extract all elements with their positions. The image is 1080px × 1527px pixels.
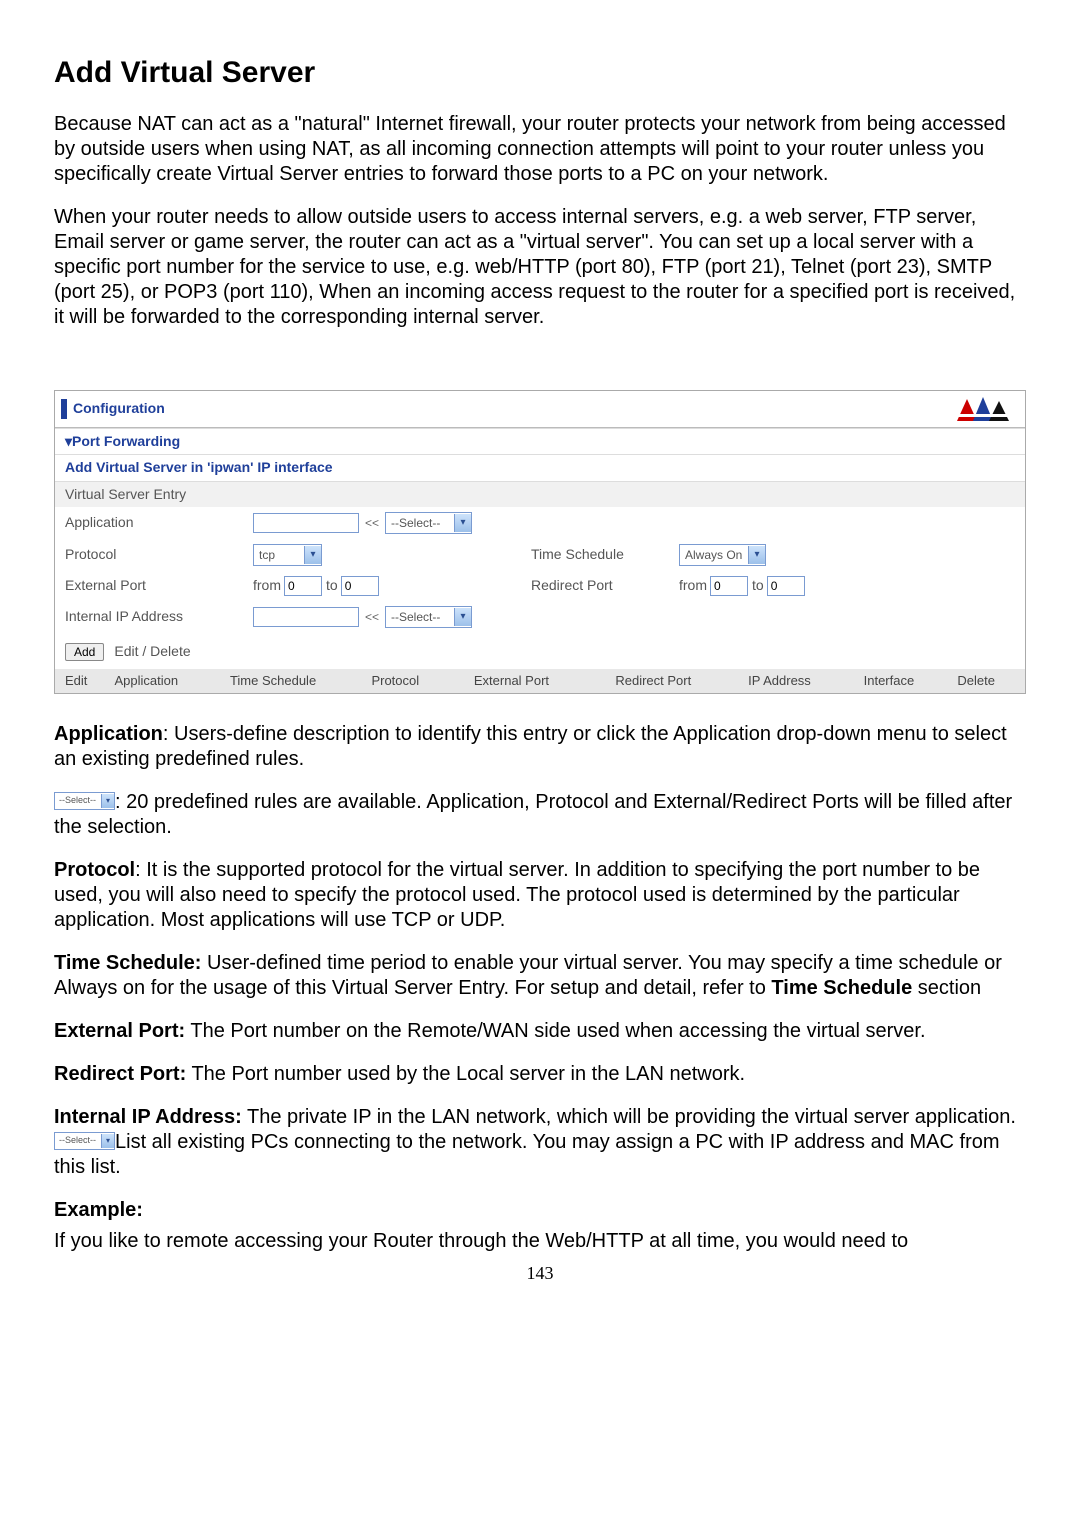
def-external-port: External Port: The Port number on the Re… — [54, 1019, 1026, 1044]
def-redirect-port: Redirect Port: The Port number used by t… — [54, 1062, 1026, 1087]
th-time-schedule: Time Schedule — [230, 673, 371, 689]
red-from-label: from — [679, 577, 707, 595]
def-protocol-text: : It is the supported protocol for the v… — [54, 859, 980, 931]
inline-select-text: --Select-- — [55, 795, 101, 806]
def-application: Application: Users-define description to… — [54, 722, 1026, 772]
page-title: Add Virtual Server — [54, 54, 1026, 92]
section-virtual-server-entry: Virtual Server Entry — [55, 481, 1025, 508]
intro-para-1: Because NAT can act as a "natural" Inter… — [54, 112, 1026, 187]
application-select[interactable]: --Select-- ▾ — [385, 512, 472, 534]
intro-para-2: When your router needs to allow outside … — [54, 205, 1026, 330]
internal-ip-select-text: --Select-- — [386, 610, 454, 625]
protocol-select[interactable]: tcp ▾ — [253, 544, 322, 566]
def-time-schedule-link: Time Schedule — [771, 977, 912, 999]
label-internal-ip: Internal IP Address — [65, 608, 225, 626]
row-application: Application << --Select-- ▾ — [55, 507, 1025, 539]
internal-ip-input[interactable] — [253, 607, 359, 627]
th-ip-address: IP Address — [748, 673, 863, 689]
def-select-note: --Select-- ▾ : 20 predefined rules are a… — [54, 790, 1026, 840]
th-interface: Interface — [864, 673, 958, 689]
label-protocol: Protocol — [65, 546, 225, 564]
th-protocol: Protocol — [371, 673, 473, 689]
def-external-port-text: The Port number on the Remote/WAN side u… — [185, 1020, 925, 1042]
section-port-forwarding[interactable]: ▾Port Forwarding — [55, 428, 1025, 455]
def-redirect-port-text: The Port number used by the Local server… — [186, 1063, 745, 1085]
example-label-text: Example: — [54, 1199, 143, 1221]
edit-delete-label: Edit / Delete — [114, 643, 190, 661]
time-schedule-select-text: Always On — [680, 548, 748, 563]
row-ports: External Port from to Redirect Port from — [55, 571, 1025, 601]
table-header: Edit Application Time Schedule Protocol … — [55, 669, 1025, 693]
def-external-port-label: External Port: — [54, 1020, 185, 1042]
th-application: Application — [115, 673, 230, 689]
th-edit: Edit — [65, 673, 115, 689]
chevron-down-icon[interactable]: ▾ — [454, 514, 471, 532]
application-select-text: --Select-- — [386, 516, 454, 531]
chevron-down-icon[interactable]: ▾ — [304, 546, 321, 564]
red-to-input[interactable] — [767, 576, 805, 596]
def-redirect-port-label: Redirect Port: — [54, 1063, 186, 1085]
chevron-down-icon: ▾ — [101, 794, 114, 808]
header-marker — [61, 399, 67, 419]
label-redirect-port: Redirect Port — [531, 577, 651, 595]
button-row: Add Edit / Delete — [55, 633, 1025, 669]
row-protocol-time: Protocol tcp ▾ Time Schedule Always On ▾ — [55, 539, 1025, 571]
def-time-schedule: Time Schedule: User-defined time period … — [54, 951, 1026, 1001]
def-internal-ip-label: Internal IP Address: — [54, 1106, 242, 1128]
def-internal-ip-after: List all existing PCs connecting to the … — [54, 1131, 1000, 1178]
def-protocol: Protocol: It is the supported protocol f… — [54, 858, 1026, 933]
example-text: If you like to remote accessing your Rou… — [54, 1229, 1026, 1254]
config-panel: Configuration ▾Port Forwarding Add Virtu… — [54, 390, 1026, 695]
def-internal-ip-text: The private IP in the LAN network, which… — [242, 1106, 1016, 1128]
label-application: Application — [65, 514, 225, 532]
chevron-down-icon[interactable]: ▾ — [454, 608, 471, 626]
ext-to-input[interactable] — [341, 576, 379, 596]
panel-header: Configuration — [55, 391, 1025, 427]
ext-from-label: from — [253, 577, 281, 595]
row-internal-ip: Internal IP Address << --Select-- ▾ — [55, 601, 1025, 633]
def-select-note-text: : 20 predefined rules are available. App… — [54, 791, 1012, 838]
def-time-schedule-label: Time Schedule: — [54, 952, 201, 974]
panel-title: Configuration — [73, 400, 165, 418]
def-application-label: Application — [54, 723, 163, 745]
def-application-text: : Users-define description to identify t… — [54, 723, 1007, 770]
protocol-select-text: tcp — [254, 548, 304, 563]
def-internal-ip: Internal IP Address: The private IP in t… — [54, 1105, 1026, 1180]
page-number: 143 — [54, 1262, 1026, 1285]
def-protocol-label: Protocol — [54, 859, 135, 881]
inline-select-illustration: --Select-- ▾ — [54, 1132, 115, 1150]
add-button[interactable]: Add — [65, 643, 104, 661]
arrow-icon: << — [365, 610, 379, 625]
panel-logo — [949, 397, 1019, 421]
ext-from-input[interactable] — [284, 576, 322, 596]
label-time-schedule: Time Schedule — [531, 546, 651, 564]
internal-ip-select[interactable]: --Select-- ▾ — [385, 606, 472, 628]
chevron-down-icon: ▾ — [101, 1134, 114, 1148]
section-add-virtual-server: Add Virtual Server in 'ipwan' IP interfa… — [55, 454, 1025, 481]
chevron-down-icon[interactable]: ▾ — [748, 546, 765, 564]
time-schedule-select[interactable]: Always On ▾ — [679, 544, 766, 566]
red-to-label: to — [752, 577, 764, 595]
ext-to-label: to — [326, 577, 338, 595]
def-time-schedule-after: section — [912, 977, 981, 999]
label-external-port: External Port — [65, 577, 225, 595]
arrow-icon: << — [365, 516, 379, 531]
th-external-port: External Port — [474, 673, 615, 689]
red-from-input[interactable] — [710, 576, 748, 596]
example-label: Example: — [54, 1198, 1026, 1223]
th-delete: Delete — [957, 673, 1015, 689]
application-input[interactable] — [253, 513, 359, 533]
inline-select-text: --Select-- — [55, 1135, 101, 1146]
inline-select-illustration: --Select-- ▾ — [54, 792, 115, 810]
th-redirect-port: Redirect Port — [615, 673, 748, 689]
